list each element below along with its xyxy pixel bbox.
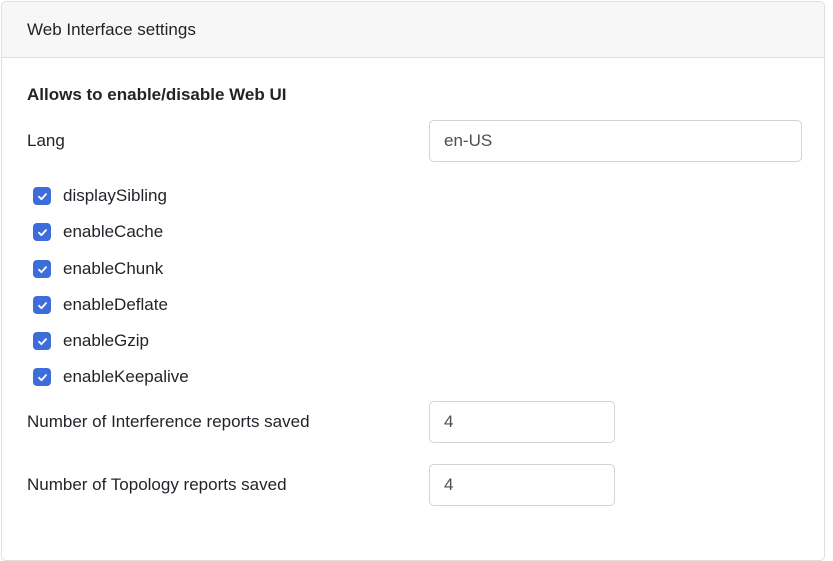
checkbox-checked-icon[interactable] xyxy=(33,223,51,241)
checkbox-enable-keepalive[interactable]: enableKeepalive xyxy=(33,367,189,387)
checkbox-label: enableCache xyxy=(63,222,164,241)
checkbox-label: enableDeflate xyxy=(63,295,168,314)
checkbox-enable-gzip[interactable]: enableGzip xyxy=(33,331,149,351)
checkbox-checked-icon[interactable] xyxy=(33,187,51,205)
section-title: Allows to enable/disable Web UI xyxy=(27,85,287,104)
checkbox-label: enableChunk xyxy=(63,259,164,278)
card-title: Web Interface settings xyxy=(27,20,196,39)
checkbox-enable-deflate[interactable]: enableDeflate xyxy=(33,295,168,315)
checkbox-checked-icon[interactable] xyxy=(33,296,51,314)
checkbox-checked-icon[interactable] xyxy=(33,368,51,386)
checkbox-label: enableGzip xyxy=(63,331,150,350)
checkbox-enable-chunk[interactable]: enableChunk xyxy=(33,259,163,279)
checkbox-checked-icon[interactable] xyxy=(33,260,51,278)
interference-reports-label: Number of Interference reports saved xyxy=(27,412,310,431)
lang-label: Lang xyxy=(27,131,65,150)
card-header: Web Interface settings xyxy=(2,2,824,58)
checkbox-label: enableKeepalive xyxy=(63,367,189,386)
checkbox-enable-cache[interactable]: enableCache xyxy=(33,222,163,242)
topology-reports-label: Number of Topology reports saved xyxy=(27,475,287,494)
checkbox-label: displaySibling xyxy=(63,186,167,205)
checkbox-checked-icon[interactable] xyxy=(33,332,51,350)
interference-reports-input[interactable] xyxy=(429,401,615,443)
web-interface-settings-card: Web Interface settings Allows to enable/… xyxy=(1,1,825,561)
topology-reports-input[interactable] xyxy=(429,464,615,506)
checkbox-display-sibling[interactable]: displaySibling xyxy=(33,186,167,206)
lang-input[interactable] xyxy=(429,120,802,162)
